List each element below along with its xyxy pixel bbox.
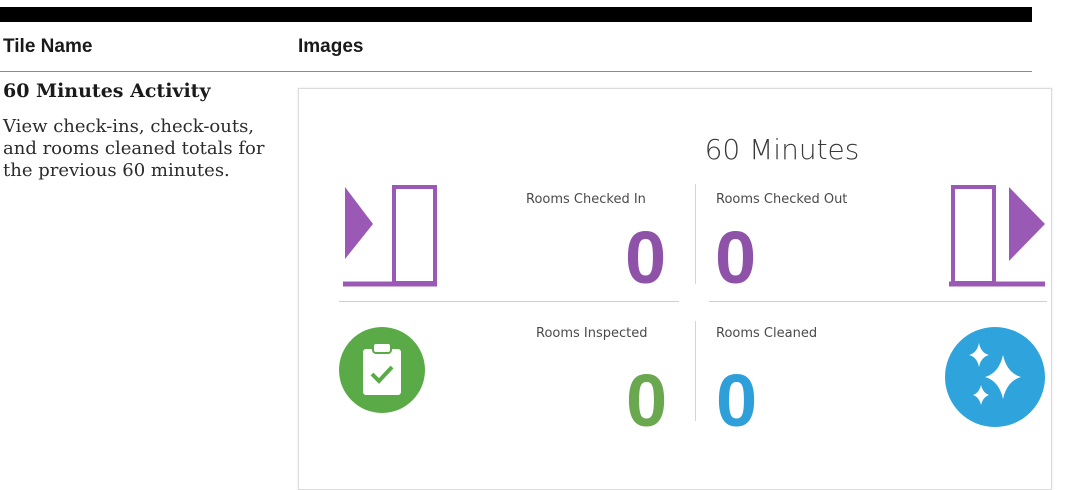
clipboard-check-icon bbox=[339, 327, 425, 413]
sixty-minutes-tile: 60 Minutes Rooms Checked In 0 Rooms Chec… bbox=[298, 88, 1052, 490]
vertical-divider-top bbox=[695, 184, 696, 284]
tile-title: 60 Minutes bbox=[704, 133, 860, 166]
inspected-value: 0 bbox=[626, 359, 668, 442]
cleaned-label: Rooms Cleaned bbox=[716, 326, 818, 341]
checked-in-value: 0 bbox=[625, 216, 667, 299]
horizontal-divider-right bbox=[709, 301, 1047, 302]
horizontal-divider-left bbox=[339, 301, 679, 302]
table-top-rule bbox=[0, 7, 1032, 22]
check-in-door-icon bbox=[341, 181, 441, 291]
table-header-row: Tile Name Images bbox=[0, 22, 1032, 72]
check-out-door-icon bbox=[947, 181, 1047, 291]
column-header-tile-name: Tile Name bbox=[3, 36, 93, 57]
vertical-divider-bottom bbox=[695, 321, 696, 421]
checked-out-value: 0 bbox=[715, 216, 757, 299]
cleaned-value: 0 bbox=[716, 359, 758, 442]
checked-out-label: Rooms Checked Out bbox=[716, 192, 848, 207]
tile-description: View check-ins, check-outs, and rooms cl… bbox=[3, 116, 265, 181]
inspected-label: Rooms Inspected bbox=[536, 326, 648, 341]
checked-in-label: Rooms Checked In bbox=[526, 192, 646, 207]
column-header-images: Images bbox=[298, 36, 364, 57]
tile-name: 60 Minutes Activity bbox=[3, 80, 211, 102]
sparkle-icon bbox=[945, 327, 1045, 427]
